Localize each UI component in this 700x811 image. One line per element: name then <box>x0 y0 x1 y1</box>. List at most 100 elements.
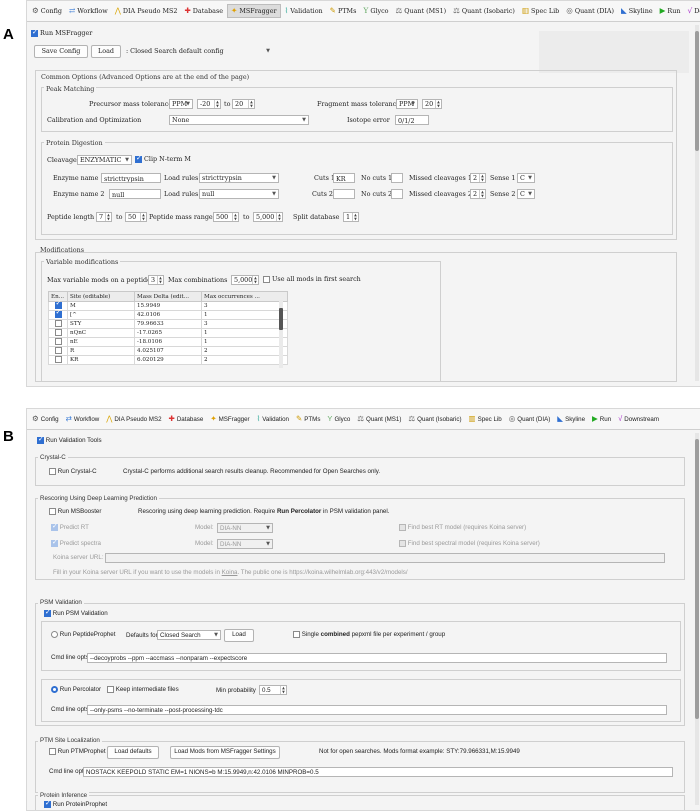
column-header-site[interactable]: Site (editable) <box>67 291 135 302</box>
vertical-scrollbar[interactable] <box>695 433 699 805</box>
row-enabled-cell[interactable] <box>48 309 68 320</box>
tab-msfragger[interactable]: ✦ MSFragger <box>227 4 281 18</box>
find-rt-checkbox[interactable]: Find best RT model (requires Koina serve… <box>399 524 526 531</box>
tab-quant-isobaric[interactable]: ⚖ Quant (Isobaric) <box>405 413 464 425</box>
row-enabled-cell[interactable] <box>48 319 68 329</box>
table-scrollbar-thumb[interactable] <box>279 308 283 330</box>
run-validation-checkbox[interactable]: Run Validation Tools <box>37 435 102 444</box>
table-row[interactable]: R 4.025107 2 <box>48 346 288 356</box>
spinner-arrows-icon[interactable]: ▲ ▼ <box>105 213 111 221</box>
spinner-arrows-icon[interactable]: ▲ ▼ <box>140 213 146 221</box>
table-scrollbar[interactable] <box>279 300 283 368</box>
sense1-select[interactable]: C ▼ <box>517 173 535 183</box>
load-rules2-select[interactable]: null ▼ <box>199 189 279 199</box>
cleavage-select[interactable]: ENZYMATIC ▼ <box>77 155 132 165</box>
tab-database[interactable]: ✚ Database <box>181 5 226 17</box>
tab-workflow[interactable]: ⇄ Workflow <box>63 413 103 425</box>
cell-site[interactable]: STY <box>67 319 135 329</box>
defaults-for-select[interactable]: Closed Search ▼ <box>157 630 221 640</box>
cell-max[interactable]: 1 <box>201 328 288 338</box>
cell-delta[interactable]: -17.0265 <box>134 328 202 338</box>
min-prob-spinner[interactable]: 0.5 ▲ ▼ <box>259 685 287 695</box>
cell-site[interactable]: M <box>67 301 135 311</box>
run-msbooster-checkbox[interactable]: Run MSBooster <box>49 508 101 515</box>
table-row[interactable]: STY 79.96633 3 <box>48 319 288 329</box>
checkbox-icon[interactable] <box>54 338 62 345</box>
table-row[interactable]: KR 6.020129 2 <box>48 355 288 365</box>
load-defaults-button[interactable]: Load <box>224 629 254 642</box>
load-rules1-select[interactable]: stricttrypsin ▼ <box>199 173 279 183</box>
row-enabled-cell[interactable] <box>48 337 68 347</box>
tab-ptms[interactable]: ✎ PTMs <box>327 5 360 17</box>
max-comb-spinner[interactable]: 5,000 ▲ ▼ <box>231 275 259 285</box>
cuts2-field[interactable] <box>333 189 355 199</box>
fragment-tol-spinner[interactable]: 20 ▲ ▼ <box>422 99 442 109</box>
tab-quant-ms1[interactable]: ⚖ Quant (MS1) <box>393 5 450 17</box>
run-proteinprophet-checkbox[interactable]: Run ProteinProphet <box>44 799 107 808</box>
tab-validation[interactable]: ⌇ Validation <box>254 413 292 425</box>
checkbox-icon[interactable] <box>54 347 62 354</box>
fragment-unit-select[interactable]: PPM ▼ <box>396 99 418 109</box>
table-row[interactable]: nE -18.0106 1 <box>48 337 288 347</box>
tab-dia-pseudo-ms2[interactable]: ⋀ DIA Pseudo MS2 <box>112 5 181 17</box>
ptm-load-defaults-button[interactable]: Load defaults <box>107 746 159 759</box>
precursor-low-spinner[interactable]: -20 ▲ ▼ <box>197 99 221 109</box>
row-enabled-cell[interactable] <box>48 328 68 338</box>
spinner-arrows-icon[interactable]: ▲ ▼ <box>214 100 220 108</box>
cell-site[interactable]: KR <box>67 355 135 365</box>
spinner-arrows-icon[interactable]: ▲ ▼ <box>280 686 286 694</box>
tab-quant-dia[interactable]: ◎ Quant (DIA) <box>563 5 617 17</box>
cell-site[interactable]: R <box>67 346 135 356</box>
pep-length-high-spinner[interactable]: 50 ▲ ▼ <box>125 212 147 222</box>
tab-ptms[interactable]: ✎ PTMs <box>293 413 323 425</box>
isotope-error-field[interactable]: 0/1/2 <box>395 115 429 125</box>
run-percolator-radio[interactable]: Run Percolator <box>51 686 101 693</box>
cell-max[interactable]: 3 <box>201 319 288 329</box>
checkbox-icon[interactable] <box>54 320 62 327</box>
sense2-select[interactable]: C ▼ <box>517 189 535 199</box>
precursor-high-spinner[interactable]: 20 ▲ ▼ <box>232 99 255 109</box>
tab-quant-dia[interactable]: ◎ Quant (DIA) <box>506 413 554 425</box>
cell-max[interactable]: 2 <box>201 355 288 365</box>
keep-files-checkbox[interactable]: Keep intermediate files <box>107 686 179 693</box>
scrollbar-thumb[interactable] <box>695 31 699 151</box>
nocuts1-field[interactable] <box>391 173 403 183</box>
tab-skyline[interactable]: ◣ Skyline <box>554 413 588 425</box>
tab-downstream[interactable]: √Downstream <box>615 413 662 425</box>
enzyme2-field[interactable]: null <box>109 189 161 199</box>
calibration-select[interactable]: None ▼ <box>169 115 309 125</box>
checkbox-icon[interactable] <box>54 309 62 318</box>
run-ptmprophet-checkbox[interactable]: Run PTMProphet <box>49 748 106 755</box>
cell-delta[interactable]: 6.020129 <box>134 355 202 365</box>
cell-site[interactable]: nE <box>67 337 135 347</box>
pp-cmd-field[interactable]: --decoyprobs --ppm --accmass --nonparam … <box>87 653 667 663</box>
spinner-arrows-icon[interactable]: ▲ ▼ <box>352 213 358 221</box>
predict-rt-checkbox[interactable]: Predict RT <box>51 522 89 531</box>
tab-spec-lib[interactable]: ▥ Spec Lib <box>519 5 562 17</box>
spinner-arrows-icon[interactable]: ▲ ▼ <box>157 276 163 284</box>
model-spec-select[interactable]: DIA-NN ▼ <box>217 539 273 549</box>
vertical-scrollbar[interactable] <box>695 25 699 381</box>
spinner-arrows-icon[interactable]: ▲ ▼ <box>248 100 254 108</box>
load-config-button[interactable]: Load <box>91 45 121 58</box>
checkbox-icon[interactable] <box>54 356 62 363</box>
split-db-spinner[interactable]: 1 ▲ ▼ <box>343 212 359 222</box>
enzyme1-field[interactable]: stricttrypsin <box>101 173 161 183</box>
run-peptideprophet-radio[interactable]: Run PeptideProphet <box>51 631 115 638</box>
missed1-spinner[interactable]: 2 ▲ ▼ <box>470 173 486 183</box>
config-select[interactable]: : Closed Search default config ▼ <box>123 46 273 56</box>
precursor-unit-select[interactable]: PPM ▼ <box>169 99 193 109</box>
run-psm-checkbox[interactable]: Run PSM Validation <box>44 608 108 617</box>
checkbox-icon[interactable] <box>54 329 62 336</box>
tab-msfragger[interactable]: ✦ MSFragger <box>207 413 252 425</box>
cell-max[interactable]: 1 <box>201 310 288 320</box>
cell-delta[interactable]: 4.025107 <box>134 346 202 356</box>
cell-max[interactable]: 2 <box>201 346 288 356</box>
max-var-mods-spinner[interactable]: 3 ▲ ▼ <box>148 275 164 285</box>
tab-config[interactable]: ⚙ Config <box>29 5 65 17</box>
spinner-arrows-icon[interactable]: ▲ ▼ <box>479 174 485 182</box>
spinner-arrows-icon[interactable]: ▲ ▼ <box>232 213 238 221</box>
cell-delta[interactable]: 42.0106 <box>134 310 202 320</box>
save-config-button[interactable]: Save Config <box>34 45 88 58</box>
table-row[interactable]: M15.99493 <box>48 300 288 311</box>
